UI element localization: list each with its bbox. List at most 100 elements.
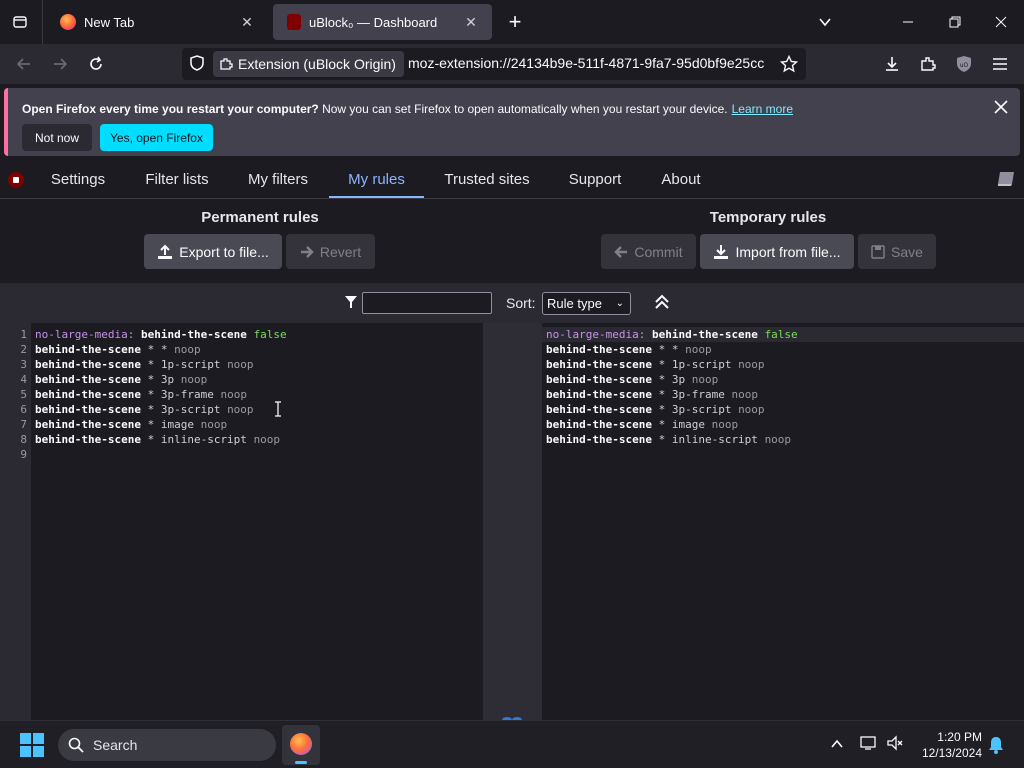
taskbar-search-box[interactable]: Search	[58, 729, 276, 761]
upload-icon	[158, 244, 173, 259]
rule-line: behind-the-scene * * noop	[35, 342, 201, 357]
rule-host: behind-the-scene	[546, 418, 652, 431]
rule-host: behind-the-scene	[546, 373, 652, 386]
revert-label: Revert	[319, 243, 362, 260]
rule-action: noop	[691, 373, 719, 386]
tab-settings[interactable]: Settings	[42, 160, 114, 198]
collapse-double-chevron-up-icon[interactable]	[654, 294, 670, 315]
close-tab-icon[interactable]: ✕	[238, 13, 256, 31]
yes-open-firefox-button[interactable]: Yes, open Firefox	[100, 124, 213, 151]
learn-more-link[interactable]: Learn more	[732, 102, 793, 116]
system-clock[interactable]: 1:20 PM 12/13/2024	[912, 729, 982, 761]
rule-type: * *	[140, 343, 175, 356]
url-text[interactable]: moz-extension://24134b9e-511f-4871-9fa7-…	[408, 55, 772, 71]
downloads-icon[interactable]	[877, 49, 907, 79]
commit-button[interactable]: Commit	[601, 234, 696, 269]
network-icon[interactable]	[860, 735, 878, 756]
rule-line: behind-the-scene * 3p-script noop	[546, 402, 765, 417]
line-number: 2	[20, 343, 27, 356]
ublock-icon	[287, 14, 301, 30]
rule-action: noop	[220, 388, 247, 401]
tab-filter-lists[interactable]: Filter lists	[136, 160, 218, 198]
not-now-button[interactable]: Not now	[22, 124, 92, 151]
tab-my-rules[interactable]: My rules	[329, 160, 424, 198]
url-bar[interactable]: Extension (uBlock Origin) moz-extension:…	[182, 48, 806, 80]
menu-hamburger-icon[interactable]	[985, 49, 1015, 79]
ublock-toolbar-icon[interactable]: uO	[949, 49, 979, 79]
default-browser-notification: Open Firefox every time you restart your…	[4, 88, 1020, 156]
export-to-file-button[interactable]: Export to file...	[144, 234, 282, 269]
line-number: 4	[20, 373, 27, 386]
rule-host: behind-the-scene	[35, 433, 141, 446]
tab-overview-icon[interactable]	[5, 7, 35, 37]
arrow-left-icon	[614, 245, 628, 258]
bookmark-star-icon[interactable]	[779, 54, 799, 78]
rule-action: false	[764, 328, 798, 341]
rule-action: noop	[738, 358, 765, 371]
merge-arrows-icon[interactable]	[501, 710, 523, 723]
rule-type: * 3p-script	[651, 403, 739, 416]
volume-muted-icon[interactable]	[886, 735, 904, 756]
close-tab-icon[interactable]: ✕	[462, 13, 480, 31]
save-disk-icon	[871, 244, 885, 259]
close-notification-icon[interactable]	[994, 100, 1008, 119]
tab-my-filters[interactable]: My filters	[238, 160, 318, 198]
tracking-protection-shield-icon[interactable]	[188, 54, 206, 77]
tab-about[interactable]: About	[652, 160, 710, 198]
rule-line: behind-the-scene * 3p-script noop	[35, 402, 254, 417]
rule-line: no-large-media: behind-the-scene false	[35, 327, 287, 342]
line-number: 3	[20, 358, 27, 371]
tab-trusted-sites[interactable]: Trusted sites	[435, 160, 539, 198]
rule-type: * *	[651, 343, 686, 356]
revert-button[interactable]: Revert	[286, 234, 375, 269]
sort-label: Sort:	[506, 295, 536, 311]
rule-host: behind-the-scene	[546, 343, 652, 356]
windows-taskbar: Search 1:20 PM 12/13/2024	[0, 720, 1024, 768]
line-number: 7	[20, 418, 27, 431]
tab-new-tab[interactable]: New Tab ✕	[46, 4, 268, 40]
line-number-gutter: 1 2 3 4 5 6 7 8 9	[0, 323, 31, 720]
forward-icon[interactable]	[45, 49, 75, 79]
rule-host: behind-the-scene	[546, 388, 652, 401]
commit-label: Commit	[634, 243, 683, 260]
minimize-icon[interactable]	[893, 7, 923, 37]
text-cursor-icon	[274, 401, 282, 422]
site-identity-box[interactable]: Extension (uBlock Origin)	[213, 51, 404, 77]
close-window-icon[interactable]	[986, 7, 1016, 37]
restore-icon[interactable]	[940, 7, 970, 37]
windows-start-icon[interactable]	[20, 733, 44, 762]
new-tab-plus-icon[interactable]: +	[500, 7, 530, 37]
reload-icon[interactable]	[81, 49, 111, 79]
rule-line: behind-the-scene * image noop	[546, 417, 738, 432]
tray-chevron-up-icon[interactable]	[830, 737, 844, 756]
rule-line: behind-the-scene * 3p-frame noop	[35, 387, 247, 402]
documentation-book-icon[interactable]	[996, 170, 1016, 193]
rule-type: * inline-script	[140, 433, 254, 446]
extensions-puzzle-icon[interactable]	[913, 49, 943, 79]
rule-host: behind-the-scene	[546, 433, 652, 446]
temporary-rules-editor[interactable]: no-large-media: behind-the-scene false be…	[542, 323, 1024, 720]
tab-title: New Tab	[84, 14, 135, 30]
notifications-bell-icon[interactable]	[988, 736, 1004, 759]
rule-line: behind-the-scene * 3p noop	[546, 372, 718, 387]
rule-host: behind-the-scene	[35, 343, 141, 356]
rule-host: behind-the-scene	[35, 388, 141, 401]
save-button[interactable]: Save	[858, 234, 936, 269]
import-from-file-button[interactable]: Import from file...	[700, 234, 854, 269]
permanent-rules-editor[interactable]: no-large-media: behind-the-scene false be…	[31, 323, 483, 720]
rule-host: behind-the-scene	[546, 358, 652, 371]
list-all-tabs-chevron-icon[interactable]	[810, 7, 840, 37]
tab-support[interactable]: Support	[560, 160, 630, 198]
rule-line: behind-the-scene * * noop	[546, 342, 712, 357]
firefox-icon	[60, 14, 76, 30]
sort-select[interactable]: Rule type ⌄	[542, 292, 631, 315]
rule-action: noop	[227, 358, 254, 371]
temporary-rules-title: Temporary rules	[709, 209, 827, 226]
tab-ublock-dashboard[interactable]: uBlock₀ — Dashboard ✕	[273, 4, 492, 40]
rule-action: noop	[200, 418, 228, 431]
rule-action: noop	[738, 403, 765, 416]
rule-host: behind-the-scene	[35, 418, 141, 431]
rules-filter-input[interactable]	[362, 292, 492, 314]
back-icon[interactable]	[9, 49, 39, 79]
taskbar-firefox-button[interactable]	[282, 725, 320, 765]
